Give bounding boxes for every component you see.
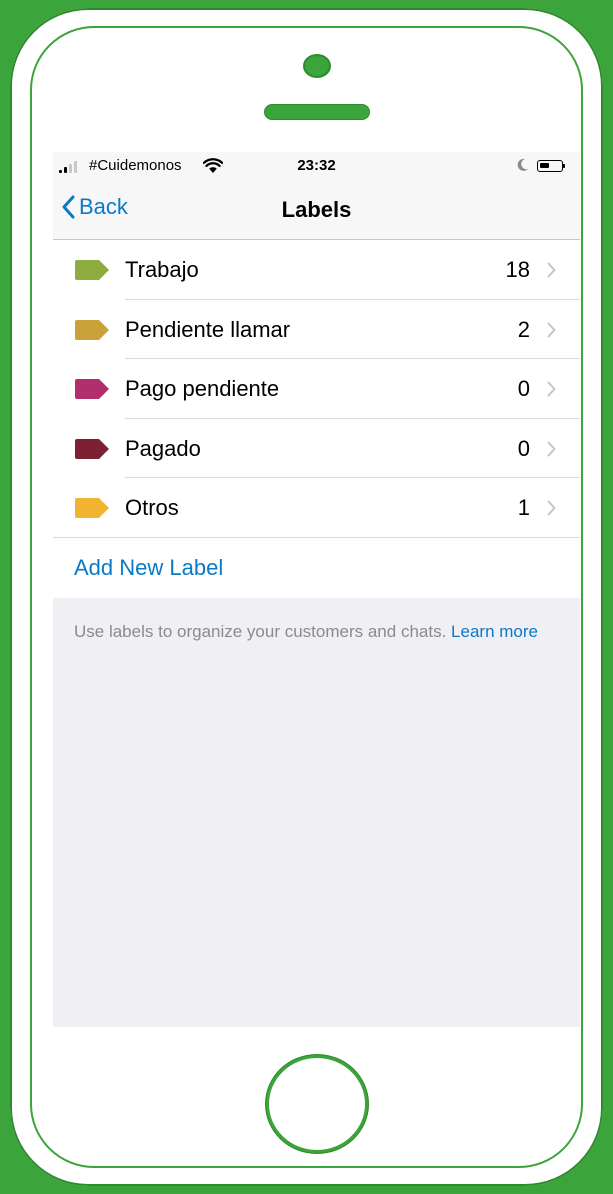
tag-icon: [75, 319, 109, 340]
label-name: Trabajo: [125, 257, 199, 282]
footer-text: Use labels to organize your customers an…: [74, 622, 447, 641]
label-row-pago-pendiente[interactable]: Pago pendiente 0: [53, 359, 580, 419]
label-row-pendiente-llamar[interactable]: Pendiente llamar 2: [53, 300, 580, 359]
label-count: 0: [517, 376, 530, 401]
labels-list: Trabajo 18 Pendiente llamar 2 Pago pendi…: [53, 240, 580, 598]
learn-more-link[interactable]: Learn more: [451, 622, 538, 641]
chevron-right-icon: [547, 441, 556, 456]
speaker-grille: [265, 105, 369, 119]
label-count: 0: [517, 435, 530, 461]
label-name: Pagado: [125, 435, 201, 461]
camera-icon: [305, 56, 329, 76]
footer-note: Use labels to organize your customers an…: [74, 619, 564, 645]
home-button[interactable]: [266, 1055, 368, 1153]
tag-icon: [75, 260, 109, 280]
label-name: Pago pendiente: [125, 376, 280, 401]
status-bar: #Cuidemonos 23:32: [53, 152, 580, 180]
label-count: 1: [517, 495, 530, 520]
label-count: 18: [505, 257, 530, 282]
add-new-label-button[interactable]: Add New Label: [53, 538, 580, 598]
add-new-label-text: Add New Label: [74, 554, 224, 580]
tag-icon: [75, 498, 109, 518]
label-row-pagado[interactable]: Pagado 0: [53, 419, 580, 478]
chevron-right-icon: [547, 500, 556, 516]
label-count: 2: [517, 316, 530, 342]
tag-icon: [75, 379, 109, 399]
screen: #Cuidemonos 23:32 Back Labels Trabajo 18: [53, 152, 580, 1027]
navigation-bar: Back Labels: [53, 180, 580, 240]
label-name: Pendiente llamar: [125, 316, 291, 342]
label-row-trabajo[interactable]: Trabajo 18: [53, 240, 580, 300]
page-title: Labels: [281, 197, 352, 222]
chevron-right-icon: [547, 322, 556, 337]
chevron-right-icon: [547, 262, 556, 278]
clock: 23:32: [297, 157, 336, 174]
battery-icon: [537, 160, 565, 172]
chevron-right-icon: [547, 381, 556, 397]
label-name: Otros: [125, 495, 179, 520]
tag-icon: [75, 438, 109, 459]
moon-icon: [517, 158, 528, 171]
label-row-otros[interactable]: Otros 1: [53, 478, 580, 538]
